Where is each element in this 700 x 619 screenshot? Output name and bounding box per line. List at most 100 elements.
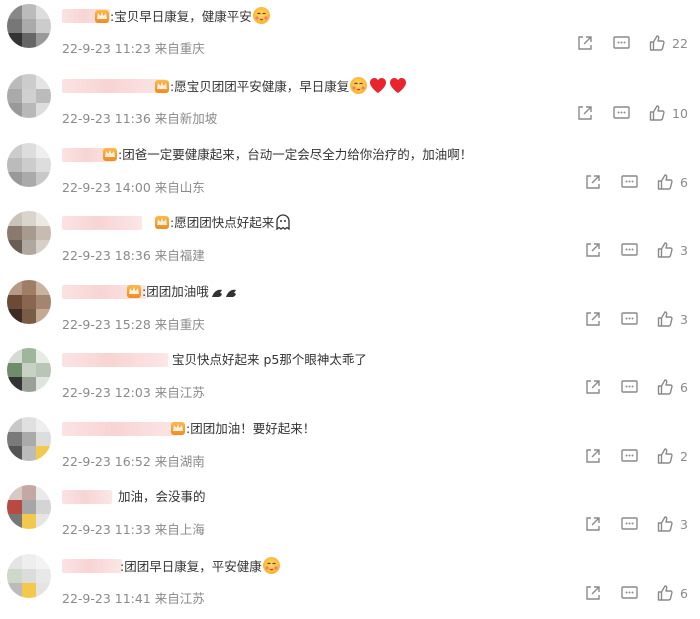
comment-location: 来自福建 <box>154 248 205 263</box>
avatar[interactable] <box>7 74 51 118</box>
comment-text-line: :团团早日康复，平安健康 <box>120 557 281 576</box>
avatar[interactable] <box>7 485 51 529</box>
like-icon <box>657 448 673 464</box>
share-button[interactable] <box>584 241 604 261</box>
vip-badge-icon <box>171 422 185 435</box>
like-button[interactable] <box>648 34 668 54</box>
comment-meta: 22-9-23 11:41 来自江苏 <box>62 588 205 607</box>
clapping-hands-icon <box>210 285 240 302</box>
share-button[interactable] <box>576 104 596 124</box>
comment-icon <box>621 380 638 393</box>
comment-text: 加油，会没事的 <box>118 489 206 504</box>
comment-date: 22-9-23 16:52 <box>62 454 151 469</box>
username-blurred[interactable] <box>62 353 168 367</box>
share-button[interactable] <box>584 584 604 604</box>
share-icon <box>586 449 600 463</box>
comment-button[interactable] <box>620 241 640 261</box>
vip-badge-icon <box>155 216 169 229</box>
like-icon <box>657 379 673 395</box>
comment-meta: 22-9-23 11:23 来自重庆 <box>62 38 205 57</box>
comment-location: 来自山东 <box>154 180 205 195</box>
comment-date: 22-9-23 12:03 <box>62 385 151 400</box>
share-button[interactable] <box>584 515 604 535</box>
comment-item: 宝贝快点好起来 p5那个眼神太乖了 22-9-23 12:03 来自江苏 6 <box>0 344 700 408</box>
username-blurred[interactable] <box>62 216 142 230</box>
comment-actions: 6 <box>570 378 700 398</box>
avatar[interactable] <box>7 143 51 187</box>
like-button[interactable] <box>656 584 676 604</box>
comment-date: 22-9-23 11:33 <box>62 522 151 537</box>
avatar[interactable] <box>7 417 51 461</box>
comment-button[interactable] <box>612 34 632 54</box>
like-icon <box>649 35 665 51</box>
comment-icon <box>621 175 638 188</box>
comment-icon <box>621 517 638 530</box>
avatar[interactable] <box>7 4 51 48</box>
share-button[interactable] <box>584 310 604 330</box>
comment-text: :团团加油！要好起来！ <box>186 421 316 436</box>
vip-badge-icon <box>155 80 169 93</box>
like-button[interactable] <box>656 310 676 330</box>
like-button[interactable] <box>656 447 676 467</box>
comment-actions: 3 <box>570 241 700 261</box>
avatar[interactable] <box>7 348 51 392</box>
comment-item: :愿宝贝团团平安健康，早日康复 22-9-23 11:36 来自新加坡 10 <box>0 70 700 134</box>
username-blurred[interactable] <box>62 559 122 573</box>
like-button[interactable] <box>656 515 676 535</box>
like-button[interactable] <box>656 241 676 261</box>
like-count: 3 <box>680 312 688 327</box>
comment-button[interactable] <box>620 310 640 330</box>
like-count: 3 <box>680 517 688 532</box>
comment-item: :宝贝早日康复，健康平安 22-9-23 11:23 来自重庆 22 <box>0 0 700 64</box>
comment-text-line: :愿宝贝团团平安健康，早日康复 <box>154 77 408 96</box>
comment-text: :愿团团快点好起来 <box>170 215 275 230</box>
comment-button[interactable] <box>612 104 632 124</box>
comment-button[interactable] <box>620 378 640 398</box>
comment-button[interactable] <box>620 447 640 467</box>
comment-text-line: :宝贝早日康复，健康平安 <box>94 7 271 26</box>
comment-location: 来自上海 <box>154 522 205 537</box>
like-button[interactable] <box>656 378 676 398</box>
like-count: 10 <box>672 106 688 121</box>
avatar[interactable] <box>7 280 51 324</box>
share-button[interactable] <box>576 34 596 54</box>
comment-item: :愿团团快点好起来 22-9-23 18:36 来自福建 3 <box>0 207 700 271</box>
username-blurred[interactable] <box>62 422 178 436</box>
crying-ghost-icon <box>275 214 293 231</box>
comment-actions: 2 <box>570 447 700 467</box>
share-icon <box>586 243 600 257</box>
avatar[interactable] <box>7 554 51 598</box>
username-blurred[interactable] <box>62 490 112 504</box>
like-button[interactable] <box>656 173 676 193</box>
comment-item: :团团加油！要好起来！ 22-9-23 16:52 来自湖南 2 <box>0 413 700 477</box>
comment-text-line: :愿团团快点好起来 <box>154 214 294 232</box>
blush-emoji-icon <box>262 557 280 574</box>
comment-icon <box>621 243 638 256</box>
comment-text: 宝贝快点好起来 p5那个眼神太乖了 <box>172 352 367 367</box>
share-button[interactable] <box>584 378 604 398</box>
comment-location: 来自重庆 <box>154 41 205 56</box>
like-count: 6 <box>680 380 688 395</box>
comment-button[interactable] <box>620 515 640 535</box>
comment-button[interactable] <box>620 173 640 193</box>
comment-button[interactable] <box>620 584 640 604</box>
comment-location: 来自湖南 <box>154 454 205 469</box>
kiss-emoji-icon <box>350 77 368 94</box>
comment-actions: 3 <box>570 310 700 330</box>
share-icon <box>586 380 600 394</box>
comment-location: 来自重庆 <box>154 317 205 332</box>
like-icon <box>657 516 673 532</box>
like-count: 6 <box>680 586 688 601</box>
comment-location: 来自新加坡 <box>154 111 218 126</box>
comment-text-line: :团爸一定要健康起来，台动一定会尽全力给你治疗的，加油啊！ <box>102 146 472 164</box>
like-icon <box>657 585 673 601</box>
comment-actions: 3 <box>570 515 700 535</box>
avatar[interactable] <box>7 211 51 255</box>
like-button[interactable] <box>648 104 668 124</box>
like-count: 2 <box>680 449 688 464</box>
comment-text: :团团早日康复，平安健康 <box>120 559 262 574</box>
share-button[interactable] <box>584 447 604 467</box>
username-blurred[interactable] <box>62 79 166 93</box>
share-button[interactable] <box>584 173 604 193</box>
comment-meta: 22-9-23 18:36 来自福建 <box>62 245 205 264</box>
